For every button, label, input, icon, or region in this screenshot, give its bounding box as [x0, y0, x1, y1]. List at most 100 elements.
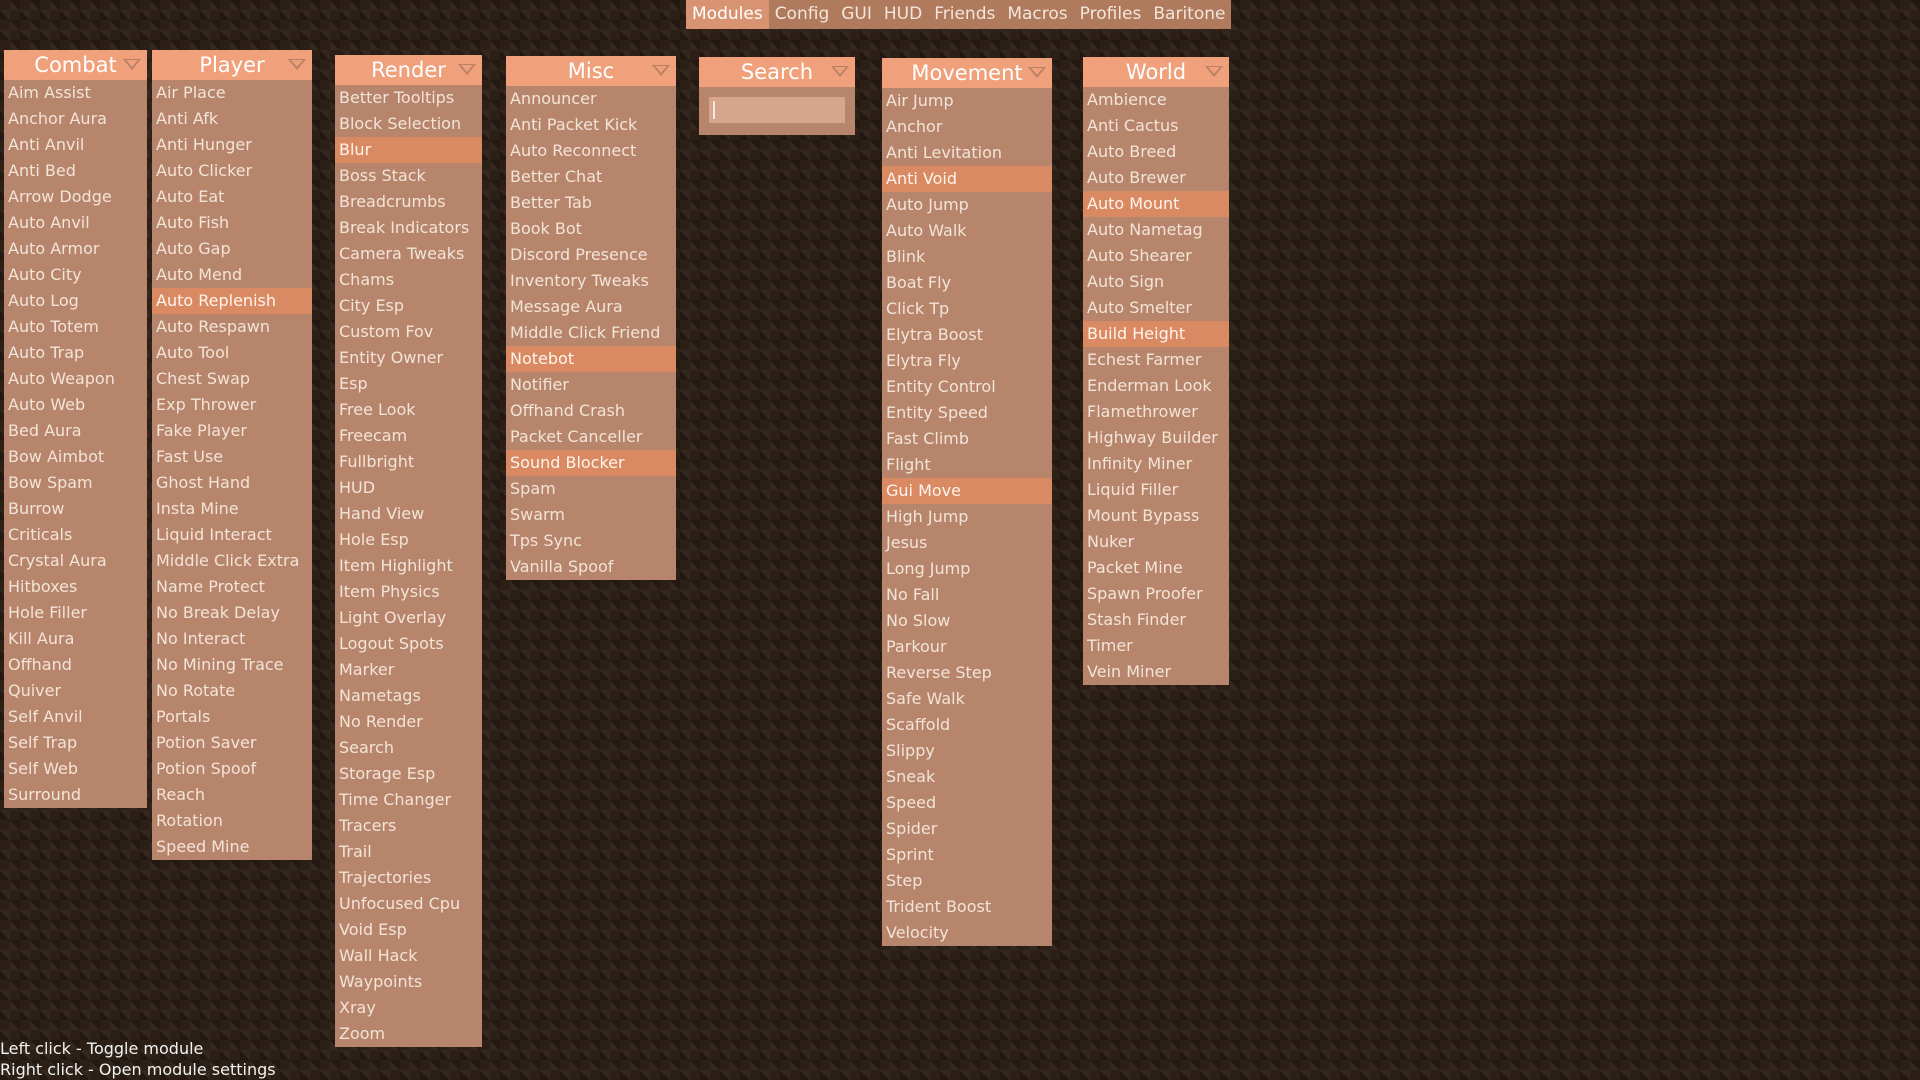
module-item[interactable]: Gui Move: [882, 478, 1052, 504]
module-item[interactable]: Anti Afk: [152, 106, 312, 132]
module-item[interactable]: Fake Player: [152, 418, 312, 444]
module-item[interactable]: Air Jump: [882, 88, 1052, 114]
module-item[interactable]: Jesus: [882, 530, 1052, 556]
module-item[interactable]: Crystal Aura: [4, 548, 147, 574]
module-item[interactable]: Build Height: [1083, 321, 1229, 347]
module-item[interactable]: Better Chat: [506, 164, 676, 190]
module-item[interactable]: Auto Clicker: [152, 158, 312, 184]
module-item[interactable]: Hole Filler: [4, 600, 147, 626]
tab-config[interactable]: Config: [769, 0, 836, 29]
module-item[interactable]: No Slow: [882, 608, 1052, 634]
module-item[interactable]: Camera Tweaks: [335, 241, 482, 267]
module-item[interactable]: Auto Replenish: [152, 288, 312, 314]
module-item[interactable]: Aim Assist: [4, 80, 147, 106]
module-item[interactable]: Air Place: [152, 80, 312, 106]
module-item[interactable]: Potion Spoof: [152, 756, 312, 782]
module-item[interactable]: Stash Finder: [1083, 607, 1229, 633]
chevron-down-icon[interactable]: [458, 64, 476, 75]
module-item[interactable]: Fullbright: [335, 449, 482, 475]
module-item[interactable]: Entity Speed: [882, 400, 1052, 426]
module-item[interactable]: Scaffold: [882, 712, 1052, 738]
module-item[interactable]: Discord Presence: [506, 242, 676, 268]
module-item[interactable]: Timer: [1083, 633, 1229, 659]
module-item[interactable]: Offhand: [4, 652, 147, 678]
module-item[interactable]: City Esp: [335, 293, 482, 319]
module-item[interactable]: Elytra Boost: [882, 322, 1052, 348]
module-item[interactable]: Ambience: [1083, 87, 1229, 113]
module-item[interactable]: Light Overlay: [335, 605, 482, 631]
module-item[interactable]: Vein Miner: [1083, 659, 1229, 685]
module-item[interactable]: Flamethrower: [1083, 399, 1229, 425]
module-item[interactable]: Quiver: [4, 678, 147, 704]
module-item[interactable]: Click Tp: [882, 296, 1052, 322]
module-item[interactable]: Reverse Step: [882, 660, 1052, 686]
module-item[interactable]: Liquid Interact: [152, 522, 312, 548]
module-item[interactable]: Marker: [335, 657, 482, 683]
module-item[interactable]: Trident Boost: [882, 894, 1052, 920]
module-item[interactable]: Anchor Aura: [4, 106, 147, 132]
module-item[interactable]: Trail: [335, 839, 482, 865]
module-item[interactable]: Void Esp: [335, 917, 482, 943]
module-item[interactable]: Self Anvil: [4, 704, 147, 730]
module-item[interactable]: Middle Click Friend: [506, 320, 676, 346]
module-item[interactable]: Chest Swap: [152, 366, 312, 392]
module-item[interactable]: Unfocused Cpu: [335, 891, 482, 917]
module-item[interactable]: Free Look: [335, 397, 482, 423]
module-item[interactable]: Auto Sign: [1083, 269, 1229, 295]
module-item[interactable]: Anti Packet Kick: [506, 112, 676, 138]
module-item[interactable]: Echest Farmer: [1083, 347, 1229, 373]
module-item[interactable]: Sneak: [882, 764, 1052, 790]
module-item[interactable]: No Render: [335, 709, 482, 735]
chevron-down-icon[interactable]: [1205, 66, 1223, 77]
module-item[interactable]: Auto Armor: [4, 236, 147, 262]
tab-baritone[interactable]: Baritone: [1147, 0, 1231, 29]
tab-hud[interactable]: HUD: [878, 0, 928, 29]
module-item[interactable]: Speed Mine: [152, 834, 312, 860]
module-item[interactable]: Kill Aura: [4, 626, 147, 652]
module-item[interactable]: Auto Gap: [152, 236, 312, 262]
module-item[interactable]: Tracers: [335, 813, 482, 839]
module-item[interactable]: No Break Delay: [152, 600, 312, 626]
tab-gui[interactable]: GUI: [835, 0, 878, 29]
module-item[interactable]: Self Trap: [4, 730, 147, 756]
search-input[interactable]: [709, 97, 845, 123]
panel-header-combat[interactable]: Combat: [4, 50, 147, 80]
module-item[interactable]: No Mining Trace: [152, 652, 312, 678]
module-item[interactable]: Slippy: [882, 738, 1052, 764]
module-item[interactable]: Auto Fish: [152, 210, 312, 236]
module-item[interactable]: Auto Shearer: [1083, 243, 1229, 269]
module-item[interactable]: Mount Bypass: [1083, 503, 1229, 529]
module-item[interactable]: Long Jump: [882, 556, 1052, 582]
module-item[interactable]: Entity Control: [882, 374, 1052, 400]
tab-modules[interactable]: Modules: [686, 0, 769, 29]
module-item[interactable]: Time Changer: [335, 787, 482, 813]
module-item[interactable]: Insta Mine: [152, 496, 312, 522]
module-item[interactable]: No Interact: [152, 626, 312, 652]
module-item[interactable]: Notebot: [506, 346, 676, 372]
module-item[interactable]: Auto Smelter: [1083, 295, 1229, 321]
module-item[interactable]: Vanilla Spoof: [506, 554, 676, 580]
module-item[interactable]: Auto Walk: [882, 218, 1052, 244]
module-item[interactable]: Auto Tool: [152, 340, 312, 366]
module-item[interactable]: Message Aura: [506, 294, 676, 320]
module-item[interactable]: Auto Anvil: [4, 210, 147, 236]
module-item[interactable]: Auto Mend: [152, 262, 312, 288]
module-item[interactable]: Item Physics: [335, 579, 482, 605]
module-item[interactable]: High Jump: [882, 504, 1052, 530]
module-item[interactable]: Spam: [506, 476, 676, 502]
module-item[interactable]: Chams: [335, 267, 482, 293]
module-item[interactable]: Step: [882, 868, 1052, 894]
chevron-down-icon[interactable]: [652, 65, 670, 76]
module-item[interactable]: Anti Anvil: [4, 132, 147, 158]
module-item[interactable]: Anti Bed: [4, 158, 147, 184]
module-item[interactable]: Boss Stack: [335, 163, 482, 189]
module-item[interactable]: Enderman Look: [1083, 373, 1229, 399]
module-item[interactable]: Surround: [4, 782, 147, 808]
module-item[interactable]: Tps Sync: [506, 528, 676, 554]
tab-friends[interactable]: Friends: [928, 0, 1001, 29]
module-item[interactable]: Swarm: [506, 502, 676, 528]
module-item[interactable]: Velocity: [882, 920, 1052, 946]
module-item[interactable]: Wall Hack: [335, 943, 482, 969]
module-item[interactable]: Xray: [335, 995, 482, 1021]
module-item[interactable]: Nuker: [1083, 529, 1229, 555]
